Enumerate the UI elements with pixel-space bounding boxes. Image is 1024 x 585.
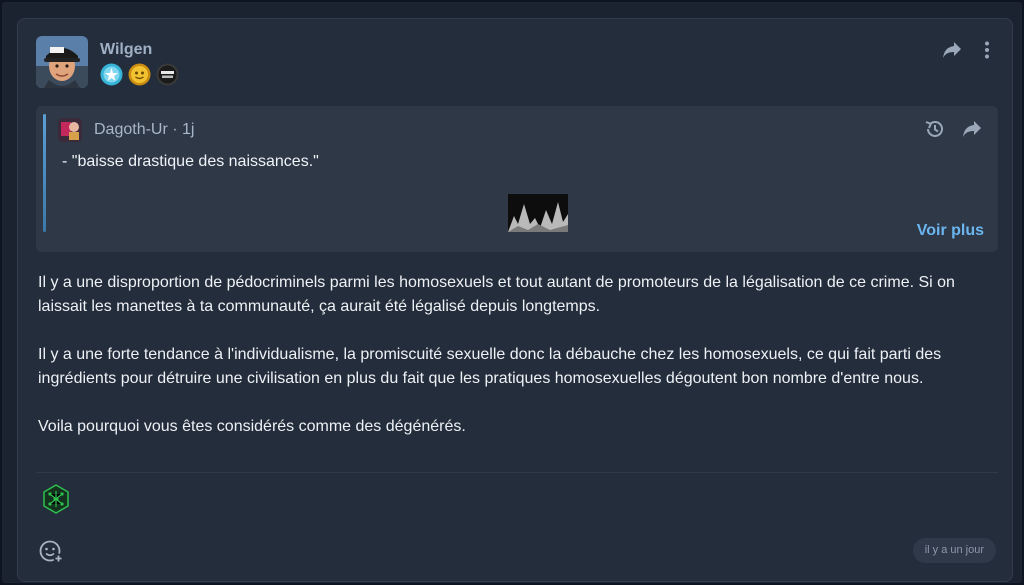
history-icon[interactable] [924, 118, 946, 140]
quote-actions [924, 118, 982, 140]
quote-author-avatar[interactable] [58, 118, 82, 142]
quote-author-line[interactable]: Dagoth-Ur · 1j [94, 121, 194, 139]
more-options-icon[interactable] [984, 41, 990, 59]
badge-gold-face-icon[interactable] [128, 63, 151, 86]
post-timestamp[interactable]: il y a un jour [912, 538, 996, 563]
post-body: Il y a une disproportion de pédocriminel… [38, 271, 988, 463]
author-badges [100, 63, 179, 86]
quote-bar [43, 114, 46, 232]
see-more-link[interactable]: Voir plus [917, 222, 984, 240]
add-reaction-icon[interactable] [38, 538, 64, 564]
share-icon[interactable] [942, 41, 962, 59]
quote-share-icon[interactable] [962, 120, 982, 138]
quote-image-thumbnail[interactable] [508, 194, 568, 232]
divider [36, 472, 998, 473]
post-paragraph: Il y a une forte tendance à l'individual… [38, 346, 942, 387]
post-card: Wilgen Dagoth-Ur · 1j - "baisse drastiqu… [17, 18, 1013, 582]
quoted-message: Dagoth-Ur · 1j - "baisse drastique des n… [36, 106, 998, 252]
post-paragraph: Il y a une disproportion de pédocriminel… [38, 274, 955, 315]
post-actions [942, 41, 990, 59]
quote-text: - "baisse drastique des naissances." [62, 153, 319, 170]
author-avatar[interactable] [36, 36, 88, 88]
badge-blue-star-icon[interactable] [100, 63, 123, 86]
badge-zero-tout-icon[interactable] [156, 63, 179, 86]
author-name[interactable]: Wilgen [100, 41, 152, 59]
post-paragraph: Voila pourquoi vous êtes considérés comm… [38, 418, 466, 435]
page-frame: Wilgen Dagoth-Ur · 1j - "baisse drastiqu… [2, 2, 1022, 583]
network-reaction-icon[interactable] [40, 483, 72, 515]
